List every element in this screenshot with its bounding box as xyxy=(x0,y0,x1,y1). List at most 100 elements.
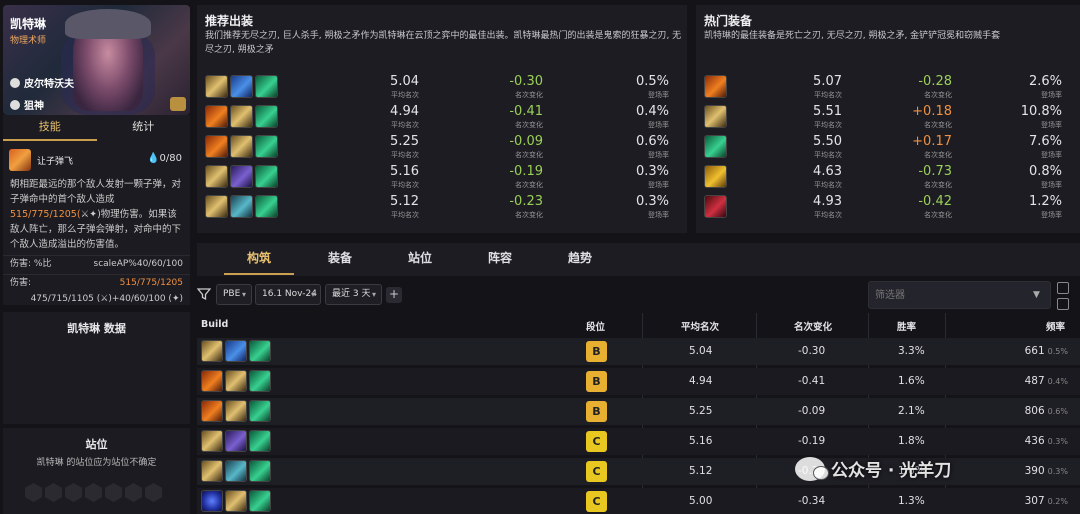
hot-item-row[interactable]: 5.50 平均名次 +0.17 名次变化 7.6% 登场率 xyxy=(704,135,1072,161)
item-gold-icon[interactable] xyxy=(704,105,727,128)
item-green-icon[interactable] xyxy=(249,400,271,422)
item-gold-icon[interactable] xyxy=(201,430,223,452)
hex-cell[interactable] xyxy=(85,483,102,502)
item-blue-icon[interactable] xyxy=(230,75,253,98)
item-teal-icon[interactable] xyxy=(225,460,247,482)
item-gold-icon[interactable] xyxy=(205,75,228,98)
item-green-icon[interactable] xyxy=(255,105,278,128)
item-green-icon[interactable] xyxy=(255,165,278,188)
tab-trends[interactable]: 趋势 xyxy=(545,243,615,273)
build-items xyxy=(205,195,278,218)
item-gold-icon[interactable] xyxy=(225,400,247,422)
item-gold-icon[interactable] xyxy=(205,195,228,218)
item-blue-icon[interactable] xyxy=(225,340,247,362)
item-gold-icon[interactable] xyxy=(225,370,247,392)
tab-comps[interactable]: 阵容 xyxy=(465,243,535,273)
item-fire-icon[interactable] xyxy=(704,75,727,98)
item-green-icon[interactable] xyxy=(249,430,271,452)
col-avg-place[interactable]: 平均名次 xyxy=(681,319,719,333)
table-view-icon[interactable] xyxy=(1057,282,1069,294)
build-rate-label: 登场率 xyxy=(648,151,669,159)
hot-item-row[interactable]: 4.93 平均名次 -0.42 名次变化 1.2% 登场率 xyxy=(704,195,1072,221)
item-red-icon[interactable] xyxy=(704,195,727,218)
hot-item-row[interactable]: 5.51 平均名次 +0.18 名次变化 10.8% 登场率 xyxy=(704,105,1072,131)
hex-cell[interactable] xyxy=(145,483,162,502)
build-change-label: 名次变化 xyxy=(515,181,543,189)
item-orb-icon[interactable] xyxy=(201,490,223,512)
hot-rate: 1.2% xyxy=(1028,194,1062,209)
champion-data-panel: 凯特琳 数据 xyxy=(3,312,190,424)
trait-sniper[interactable]: 狙神 xyxy=(10,97,44,112)
table-row[interactable]: C 5.16 -0.19 1.8% 436 0.3% xyxy=(197,428,1080,455)
tab-builds[interactable]: 构筑 xyxy=(224,243,294,275)
item-gold-icon[interactable] xyxy=(201,460,223,482)
item-gold-icon[interactable] xyxy=(201,340,223,362)
hex-cell[interactable] xyxy=(45,483,62,502)
tab-stats[interactable]: 统计 xyxy=(97,115,191,141)
hot-rate-label: 登场率 xyxy=(1041,211,1062,219)
hot-change: +0.18 xyxy=(912,104,952,119)
table-row[interactable]: B 5.04 -0.30 3.3% 661 0.5% xyxy=(197,338,1080,365)
tab-items[interactable]: 装备 xyxy=(305,243,375,273)
chevron-down-icon[interactable]: ▼ xyxy=(1033,290,1040,300)
tab-positioning[interactable]: 站位 xyxy=(385,243,455,273)
item-fire-icon[interactable] xyxy=(201,370,223,392)
filter-search-input[interactable] xyxy=(868,281,1051,309)
funnel-icon[interactable] xyxy=(197,287,211,301)
hex-cell[interactable] xyxy=(105,483,122,502)
table-row[interactable]: B 4.94 -0.41 1.6% 487 0.4% xyxy=(197,368,1080,395)
item-teal-icon[interactable] xyxy=(230,195,253,218)
item-green-icon[interactable] xyxy=(255,195,278,218)
range-select[interactable]: 最近 3 天 ▾ xyxy=(325,284,382,305)
build-row[interactable]: 4.94 平均名次 -0.41 名次变化 0.4% 登场率 xyxy=(205,105,679,131)
hot-rate-label: 登场率 xyxy=(1041,181,1062,189)
add-filter-button[interactable]: + xyxy=(386,287,402,303)
item-crown-icon[interactable] xyxy=(704,165,727,188)
col-frequency[interactable]: 频率 xyxy=(1046,319,1065,333)
chart-view-icon[interactable] xyxy=(1057,298,1069,310)
col-winrate[interactable]: 胜率 xyxy=(897,319,916,333)
item-gold-icon[interactable] xyxy=(230,105,253,128)
hex-cell[interactable] xyxy=(25,483,42,502)
col-tier[interactable]: 段位 xyxy=(586,319,605,333)
build-row[interactable]: 5.04 平均名次 -0.30 名次变化 0.5% 登场率 xyxy=(205,75,679,101)
item-green-icon[interactable] xyxy=(255,75,278,98)
item-gold-icon[interactable] xyxy=(205,165,228,188)
trait-icon xyxy=(10,99,20,110)
item-fire-icon[interactable] xyxy=(205,105,228,128)
build-place-label: 平均名次 xyxy=(391,121,419,129)
table-row[interactable]: B 5.25 -0.09 2.1% 806 0.6% xyxy=(197,398,1080,425)
item-fire-icon[interactable] xyxy=(205,135,228,158)
hot-item-row[interactable]: 4.63 平均名次 -0.73 名次变化 0.8% 登场率 xyxy=(704,165,1072,191)
item-fire-icon[interactable] xyxy=(201,400,223,422)
hex-cell[interactable] xyxy=(125,483,142,502)
table-row[interactable]: C 5.00 -0.34 1.3% 307 0.2% xyxy=(197,488,1080,514)
hot-change-label: 名次变化 xyxy=(924,151,952,159)
item-gold-icon[interactable] xyxy=(230,135,253,158)
item-green-icon[interactable] xyxy=(704,135,727,158)
col-place-change[interactable]: 名次变化 xyxy=(794,319,832,333)
patch-select[interactable]: PBE ▾ xyxy=(216,284,252,305)
tab-skill[interactable]: 技能 xyxy=(3,115,97,141)
frequency-count: 661 xyxy=(1024,345,1045,357)
build-row[interactable]: 5.16 平均名次 -0.19 名次变化 0.3% 登场率 xyxy=(205,165,679,191)
hex-cell[interactable] xyxy=(65,483,82,502)
item-gold-icon[interactable] xyxy=(225,490,247,512)
build-row[interactable]: 5.12 平均名次 -0.23 名次变化 0.3% 登场率 xyxy=(205,195,679,221)
position-subtitle: 凯特琳 的站位应为站位不确定 xyxy=(36,458,157,468)
build-change: -0.30 xyxy=(509,74,543,89)
item-purple-icon[interactable] xyxy=(230,165,253,188)
item-green-icon[interactable] xyxy=(249,340,271,362)
item-green-icon[interactable] xyxy=(249,490,271,512)
version-select[interactable]: 16.1 Nov-24 ▾ xyxy=(255,284,321,305)
hot-item-row[interactable]: 5.07 平均名次 -0.28 名次变化 2.6% 登场率 xyxy=(704,75,1072,101)
item-purple-icon[interactable] xyxy=(225,430,247,452)
col-build[interactable]: Build xyxy=(201,319,228,330)
item-green-icon[interactable] xyxy=(249,370,271,392)
winrate: 2.1% xyxy=(898,405,925,417)
trait-piltover[interactable]: 皮尔特沃夫 xyxy=(10,75,74,90)
build-row[interactable]: 5.25 平均名次 -0.09 名次变化 0.6% 登场率 xyxy=(205,135,679,161)
item-green-icon[interactable] xyxy=(249,460,271,482)
hot-place: 4.63 xyxy=(813,164,842,179)
item-green-icon[interactable] xyxy=(255,135,278,158)
